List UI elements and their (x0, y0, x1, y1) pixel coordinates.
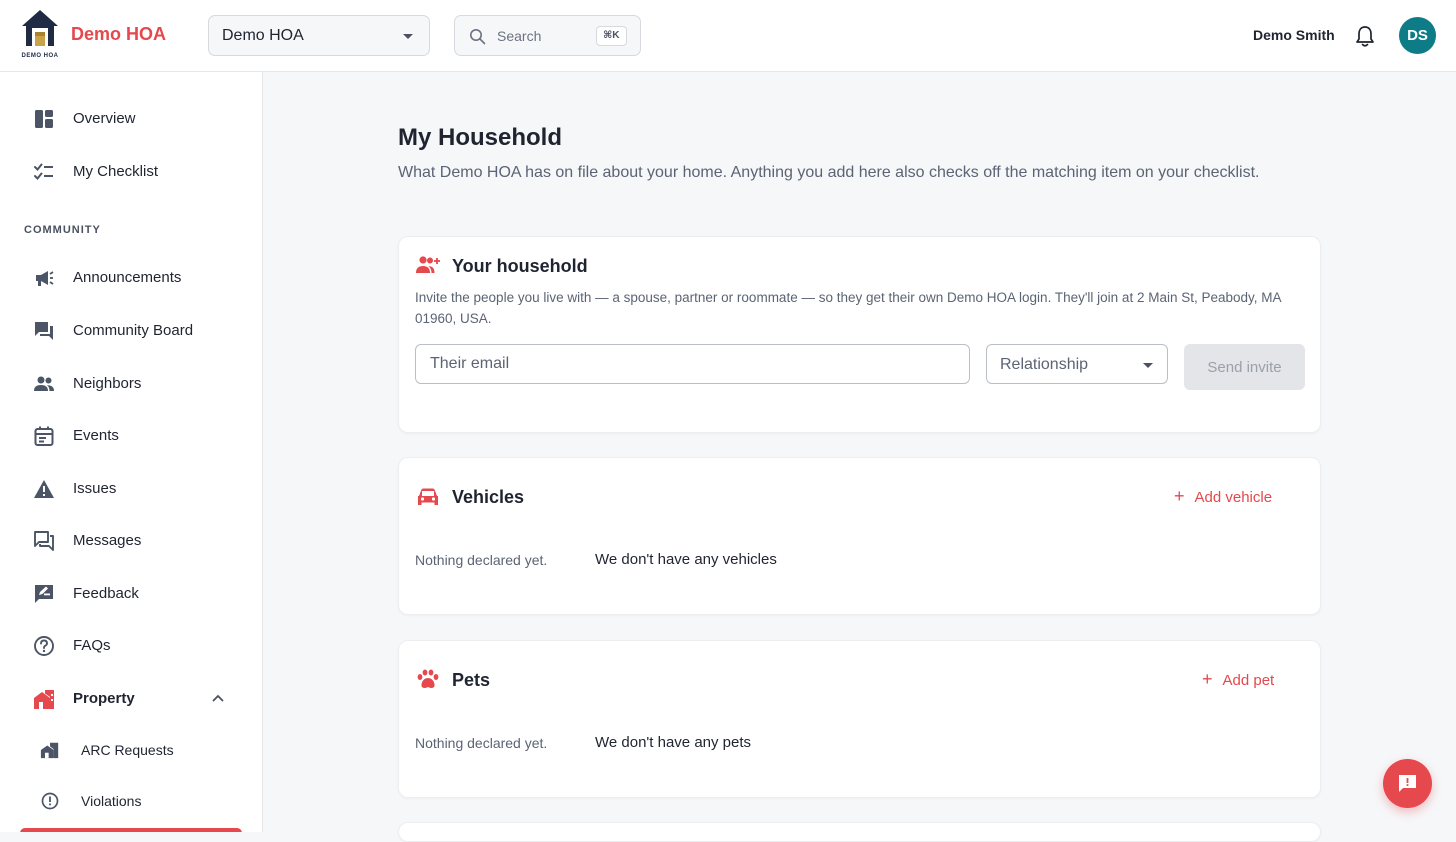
property-icon (34, 690, 54, 709)
vehicles-empty-label: Nothing declared yet. (415, 552, 548, 568)
logo-caption: DEMO HOA (21, 53, 59, 59)
alert-circle-icon (41, 792, 59, 810)
relationship-select[interactable]: Relationship (986, 344, 1168, 384)
house-logo-icon (22, 10, 58, 46)
vehicles-card-title: Vehicles (452, 487, 525, 507)
feedback-fab-button[interactable] (1383, 759, 1432, 808)
calendar-icon (34, 426, 54, 446)
forum-icon (35, 322, 53, 340)
sidebar-item-label: Announcements (73, 269, 182, 286)
sidebar: Overview My Checklist COMMUNITY Announce… (0, 72, 263, 832)
top-bar: DEMO HOA Demo HOA Demo HOA Search ⌘K Dem… (0, 0, 1456, 72)
sidebar-item-label: Feedback (73, 585, 139, 602)
feedback-icon (35, 585, 53, 603)
chevron-down-icon (403, 34, 413, 39)
brand-name[interactable]: Demo HOA (71, 24, 166, 45)
vehicles-card: Vehicles + Add vehicle Nothing declared y… (398, 457, 1321, 615)
arc-icon (40, 742, 59, 759)
search-shortcut-badge: ⌘K (596, 26, 627, 46)
help-icon (34, 636, 54, 656)
add-people-icon (416, 256, 440, 273)
megaphone-icon (36, 271, 54, 286)
avatar[interactable]: DS (1399, 17, 1436, 54)
plus-icon: + (1202, 669, 1213, 689)
next-card-peek (398, 822, 1321, 842)
relationship-select-placeholder: Relationship (1000, 356, 1089, 373)
pets-empty-value: We don't have any pets (595, 734, 752, 751)
sidebar-item-label: Messages (73, 532, 142, 549)
sidebar-item-label: Violations (81, 793, 142, 809)
sidebar-item-announcements[interactable]: Announcements (0, 256, 262, 300)
dashboard-icon (35, 110, 53, 128)
household-card-title: Your household (452, 256, 588, 276)
sidebar-item-my-checklist[interactable]: My Checklist (0, 150, 262, 194)
page-title: My Household (398, 124, 563, 151)
sidebar-item-violations[interactable]: Violations (0, 779, 262, 823)
page-subtitle: What Demo HOA has on file about your hom… (398, 164, 1260, 181)
sidebar-item-label: Events (73, 427, 119, 444)
sidebar-item-faqs[interactable]: FAQs (0, 624, 262, 668)
vehicles-empty-value: We don't have any vehicles (595, 551, 777, 568)
pets-card-title: Pets (452, 670, 491, 690)
sidebar-item-label: Neighbors (73, 375, 142, 392)
add-vehicle-button[interactable]: + Add vehicle (1174, 486, 1273, 506)
add-pet-label: Add pet (1222, 672, 1275, 689)
sidebar-item-overview[interactable]: Overview (0, 97, 262, 141)
search-icon (470, 29, 486, 45)
organization-select-value: Demo HOA (222, 27, 304, 44)
sidebar-item-label: Overview (73, 110, 136, 127)
search-placeholder: Search (497, 28, 542, 44)
people-icon (34, 376, 54, 391)
sidebar-item-active-highlight[interactable] (20, 828, 242, 832)
car-icon (418, 488, 438, 505)
user-name[interactable]: Demo Smith (1253, 27, 1335, 43)
add-pet-button[interactable]: + Add pet (1202, 669, 1275, 689)
sidebar-item-neighbors[interactable]: Neighbors (0, 362, 262, 406)
household-card: Your household Invite the people you liv… (398, 236, 1321, 433)
messages-icon (34, 531, 54, 551)
send-invite-button[interactable]: Send invite (1184, 344, 1305, 390)
organization-select[interactable]: Demo HOA (208, 15, 430, 56)
sidebar-item-feedback[interactable]: Feedback (0, 572, 262, 616)
sidebar-item-property[interactable]: Property (0, 677, 262, 721)
pets-empty-label: Nothing declared yet. (415, 735, 548, 751)
sidebar-item-label: Issues (73, 480, 117, 497)
add-vehicle-label: Add vehicle (1194, 489, 1273, 506)
chevron-down-icon (1143, 363, 1153, 368)
sidebar-item-label: FAQs (73, 637, 111, 654)
chat-alert-icon (1399, 775, 1416, 792)
section-label-community: COMMUNITY (24, 224, 101, 236)
sidebar-item-community-board[interactable]: Community Board (0, 309, 262, 353)
sidebar-item-label: Property (73, 690, 135, 707)
sidebar-item-messages[interactable]: Messages (0, 519, 262, 563)
checklist-icon (34, 163, 53, 180)
sidebar-item-label: ARC Requests (81, 742, 174, 758)
household-description: Invite the people you live with — a spou… (415, 290, 1281, 326)
bell-icon[interactable] (1354, 24, 1376, 48)
search-box[interactable]: Search ⌘K (454, 15, 641, 56)
sidebar-item-label: My Checklist (73, 163, 159, 180)
plus-icon: + (1174, 486, 1185, 506)
sidebar-item-label: Community Board (73, 322, 194, 339)
warning-icon (34, 480, 54, 498)
paw-icon (417, 669, 439, 688)
invite-email-input[interactable] (415, 344, 970, 384)
hoa-logo[interactable]: DEMO HOA (18, 8, 62, 62)
sidebar-item-issues[interactable]: Issues (0, 467, 262, 511)
sidebar-item-arc-requests[interactable]: ARC Requests (0, 728, 262, 772)
sidebar-item-events[interactable]: Events (0, 414, 262, 458)
chevron-up-icon[interactable] (212, 694, 224, 702)
pets-card: Pets + Add pet Nothing declared yet. We d… (398, 640, 1321, 798)
